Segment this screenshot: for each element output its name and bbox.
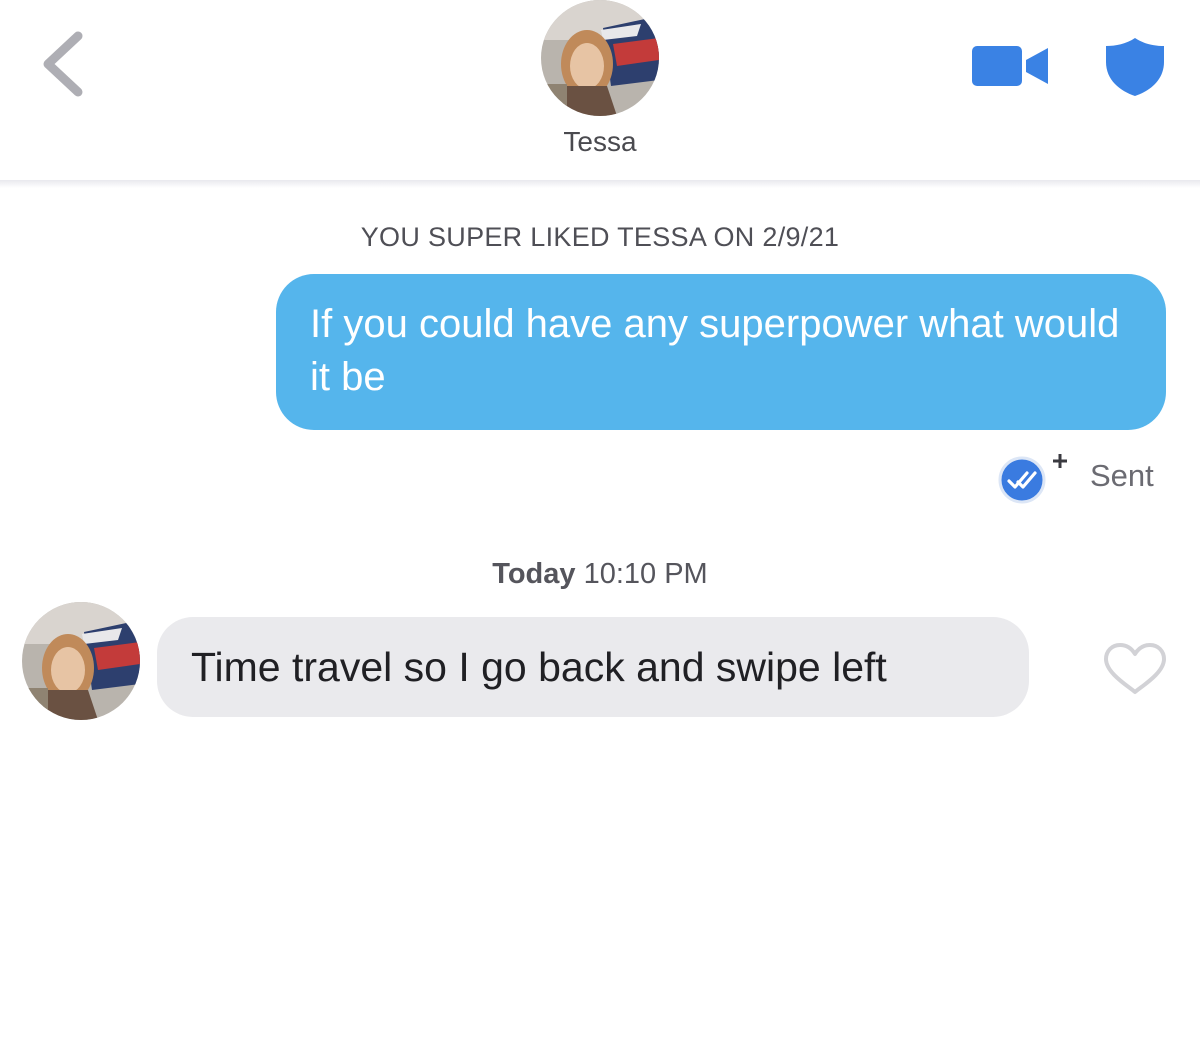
incoming-message[interactable]: Time travel so I go back and swipe left <box>157 617 1029 717</box>
super-like-receipt <box>994 452 1074 504</box>
profile-photo <box>22 602 140 720</box>
double-check-super-like-icon <box>998 454 1067 504</box>
message-timestamp: Today 10:10 PM <box>0 558 1200 591</box>
timestamp-time: 10:10 PM <box>583 558 708 590</box>
match-avatar[interactable] <box>541 0 659 116</box>
chat-header: Tessa <box>0 0 1200 182</box>
video-camera-icon <box>972 46 1048 86</box>
chevron-left-icon <box>43 31 83 97</box>
header-divider <box>0 180 1200 188</box>
super-like-notice: YOU SUPER LIKED TESSA ON 2/9/21 <box>360 222 840 252</box>
outgoing-message[interactable]: If you could have any superpower what wo… <box>276 274 1166 430</box>
match-name[interactable]: Tessa <box>500 126 700 158</box>
shield-icon <box>1106 38 1164 96</box>
like-message-button[interactable] <box>1102 642 1168 696</box>
safety-button[interactable] <box>1104 36 1166 98</box>
sent-status: Sent <box>1090 458 1154 493</box>
chat-screen: Tessa YOU SUPER LIKED TESSA ON 2/9/21 If… <box>0 0 1200 1042</box>
video-call-button[interactable] <box>968 40 1052 92</box>
back-button[interactable] <box>34 28 94 100</box>
sender-avatar[interactable] <box>22 602 140 720</box>
profile-photo <box>541 0 659 116</box>
timestamp-day: Today <box>492 558 576 590</box>
heart-outline-icon <box>1104 643 1166 694</box>
